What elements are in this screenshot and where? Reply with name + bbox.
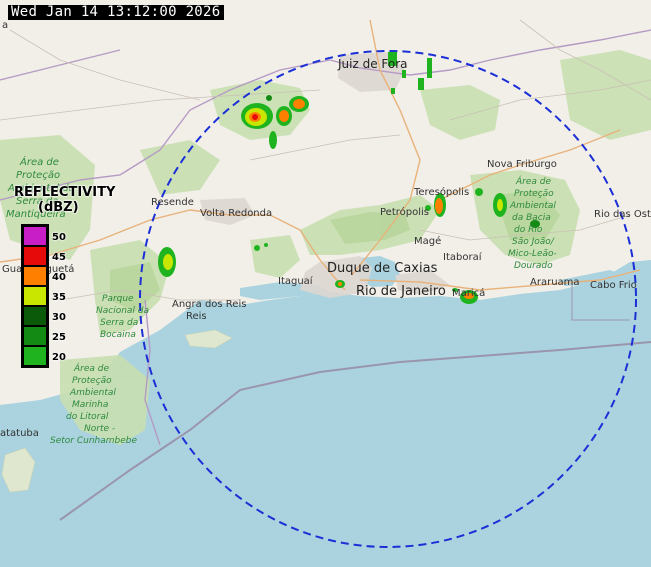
legend-swatch-25	[24, 327, 46, 347]
timestamp-label: Wed Jan 14 13:12:00 2026	[8, 5, 224, 20]
svg-text:São João/: São João/	[512, 237, 555, 247]
svg-text:Parque: Parque	[102, 294, 134, 304]
map-view[interactable]: Juiz de Fora Nova Friburgo Teresópolis P…	[0, 0, 651, 567]
svg-text:Ambiental: Ambiental	[69, 388, 116, 398]
label-volta-redonda: Volta Redonda	[200, 208, 272, 219]
label-cabo-frio: Cabo Frio	[590, 280, 637, 291]
label-nova-friburgo: Nova Friburgo	[487, 159, 557, 170]
svg-text:da Bacia: da Bacia	[512, 213, 551, 223]
label-teresopolis: Teresópolis	[413, 186, 469, 198]
svg-text:Bocaina: Bocaina	[100, 330, 136, 340]
label-angra-dos-reis: Angra dos Reis	[172, 299, 246, 310]
reflectivity-colorbar	[21, 224, 49, 368]
svg-text:Serra da: Serra da	[100, 318, 138, 328]
legend-unit: (dBZ)	[38, 200, 79, 215]
svg-text:Área de: Área de	[73, 362, 109, 374]
label-itaborai: Itaboraí	[443, 251, 483, 263]
legend-swatch-45	[24, 247, 46, 267]
label-duque-de-caxias: Duque de Caxias	[327, 261, 438, 276]
legend-swatch-50	[24, 227, 46, 247]
label-rio-das-ostras: Rio das Ostr	[594, 209, 651, 220]
legend-swatch-20	[24, 347, 46, 365]
label-marica: Maricá	[452, 287, 485, 299]
svg-text:Proteção: Proteção	[16, 170, 60, 181]
svg-text:Dourado: Dourado	[514, 261, 553, 271]
legend-value-25: 25	[52, 332, 66, 343]
legend-value-30: 30	[52, 312, 66, 323]
label-resende: Resende	[151, 197, 194, 208]
basemap: Juiz de Fora Nova Friburgo Teresópolis P…	[0, 19, 651, 567]
svg-text:Ambiental: Ambiental	[509, 201, 556, 211]
svg-text:Área de: Área de	[515, 175, 551, 187]
legend-value-50: 50	[52, 232, 66, 243]
svg-text:do Litoral: do Litoral	[66, 412, 109, 422]
legend-value-40: 40	[52, 272, 66, 283]
svg-text:Proteção: Proteção	[72, 376, 112, 386]
legend-value-20: 20	[52, 352, 66, 363]
label-itaguai: Itaguaí	[278, 275, 314, 287]
label-petropolis: Petrópolis	[380, 206, 429, 218]
label-rio-de-janeiro: Rio de Janeiro	[356, 284, 446, 299]
legend-title-text: REFLECTIVITY	[14, 185, 116, 200]
label-partial-top-left: a	[2, 20, 8, 31]
label-ubatuba: atatuba	[0, 428, 39, 439]
legend-swatch-35	[24, 287, 46, 307]
svg-text:Proteção: Proteção	[514, 189, 554, 199]
legend-title: REFLECTIVITY (dBZ)	[14, 185, 122, 215]
legend-swatch-30	[24, 307, 46, 327]
svg-text:Área de: Área de	[19, 155, 59, 168]
legend-swatch-40	[24, 267, 46, 287]
svg-text:Marinha: Marinha	[72, 400, 108, 410]
svg-text:do Rio: do Rio	[514, 225, 543, 235]
legend-value-35: 35	[52, 292, 66, 303]
svg-text:Norte -: Norte -	[84, 424, 115, 434]
label-juiz-de-fora: Juiz de Fora	[337, 57, 408, 71]
label-mage: Magé	[414, 235, 441, 247]
svg-text:Nacional da: Nacional da	[96, 306, 149, 316]
label-araruama: Araruama	[530, 277, 580, 288]
svg-text:Setor Cunhambebe: Setor Cunhambebe	[50, 436, 137, 446]
svg-text:Mico-Leão-: Mico-Leão-	[508, 249, 557, 259]
legend-value-45: 45	[52, 252, 66, 263]
label-reis-second-line: Reis	[186, 311, 207, 322]
